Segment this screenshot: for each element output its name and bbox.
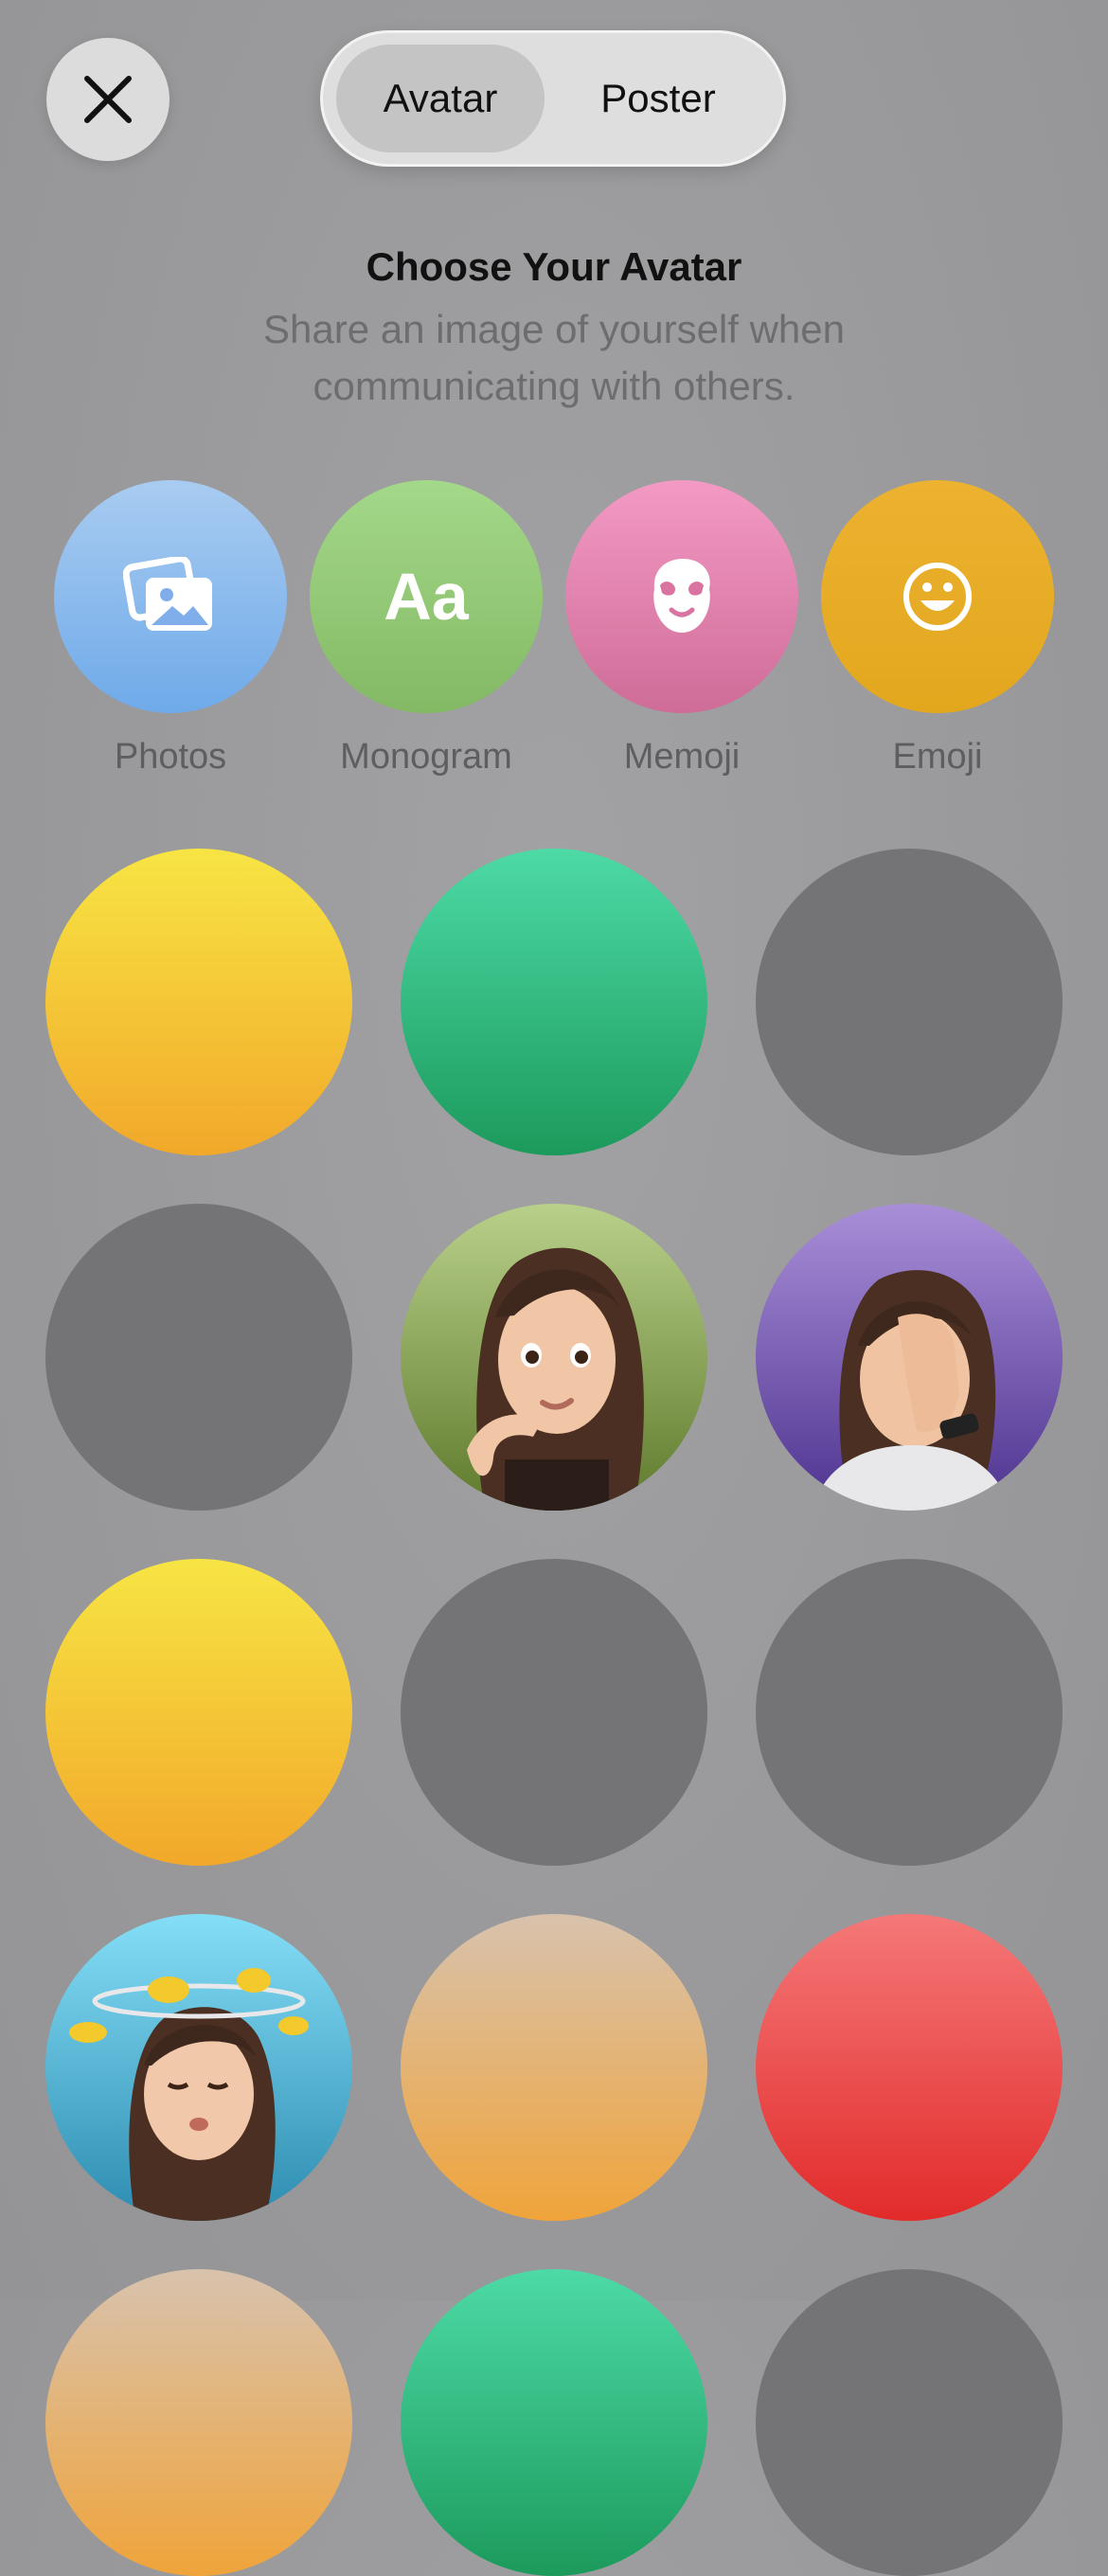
memoji-option-label: Memoji bbox=[623, 737, 741, 777]
avatar-empty[interactable] bbox=[756, 849, 1063, 1155]
monogram-option-button[interactable]: Aa bbox=[310, 480, 543, 713]
monogram-icon: Aa bbox=[384, 560, 469, 634]
avatar-yellow[interactable] bbox=[45, 849, 352, 1155]
avatar-empty[interactable] bbox=[756, 2269, 1063, 2576]
page-title: Choose Your Avatar bbox=[366, 244, 742, 289]
memoji-dizzy-birds-icon bbox=[69, 1968, 309, 2221]
emoji-option-button[interactable] bbox=[821, 480, 1054, 713]
avatar-memoji-dizzy[interactable] bbox=[45, 1914, 352, 2221]
close-button[interactable] bbox=[46, 38, 170, 161]
avatar-memoji-thinking[interactable] bbox=[401, 1204, 707, 1511]
avatar-green[interactable] bbox=[401, 849, 707, 1155]
avatar-green[interactable] bbox=[401, 2269, 707, 2576]
memoji-facepalm-icon bbox=[813, 1270, 1011, 1511]
memoji-option-button[interactable] bbox=[565, 480, 798, 713]
emoji-option-label: Emoji bbox=[892, 737, 983, 777]
tab-avatar[interactable]: Avatar bbox=[336, 45, 545, 152]
avatar-empty[interactable] bbox=[45, 1204, 352, 1511]
avatar-poster-segmented-control: Avatar Poster bbox=[320, 30, 786, 167]
avatar-tan[interactable] bbox=[45, 2269, 352, 2576]
photos-option-label: Photos bbox=[114, 737, 227, 777]
memoji-icon bbox=[653, 559, 710, 633]
avatar-empty[interactable] bbox=[401, 1559, 707, 1866]
avatar-yellow[interactable] bbox=[45, 1559, 352, 1866]
avatar-empty[interactable] bbox=[756, 1559, 1063, 1866]
avatar-memoji-facepalm[interactable] bbox=[756, 1204, 1063, 1511]
photos-option-button[interactable] bbox=[54, 480, 287, 713]
avatar-tan[interactable] bbox=[401, 1914, 707, 2221]
photos-icon bbox=[123, 557, 212, 631]
page-subtitle: Share an image of yourself when communic… bbox=[262, 307, 846, 408]
avatar-red[interactable] bbox=[756, 1914, 1063, 2221]
tab-poster[interactable]: Poster bbox=[554, 45, 762, 152]
close-icon bbox=[84, 76, 132, 123]
memoji-thinking-icon bbox=[467, 1247, 644, 1511]
monogram-option-label: Monogram bbox=[340, 737, 512, 777]
emoji-icon bbox=[903, 563, 972, 631]
